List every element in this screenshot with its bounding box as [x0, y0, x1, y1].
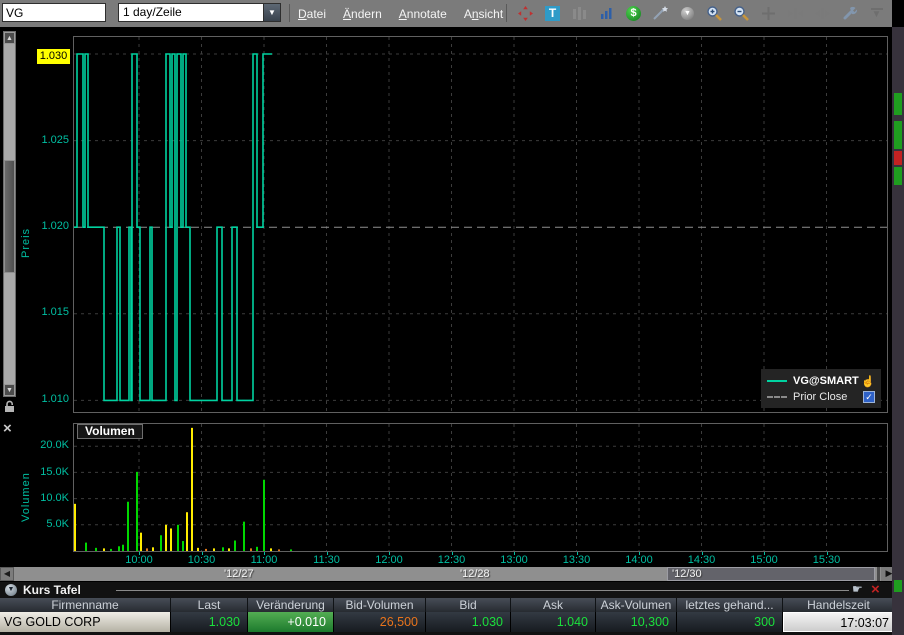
letztes-gehandelt-cell: 300	[677, 612, 783, 632]
time-label: 13:30	[562, 554, 591, 566]
compress-spacing-icon[interactable]	[814, 5, 831, 22]
kurs-tafel-header: ▼ Kurs Tafel ☛ ×	[0, 581, 904, 598]
scroll-down-icon[interactable]: ▼	[4, 384, 15, 396]
veraenderung-cell: +0.010	[248, 612, 334, 632]
time-label: 13:00	[500, 554, 528, 566]
column-header[interactable]: Ask	[511, 598, 596, 612]
background-window-edge	[892, 27, 904, 635]
legend-series-row: VG@SMART ☝	[767, 373, 875, 389]
trendline-menu-icon[interactable]: ▼	[679, 5, 696, 22]
chevron-down-icon[interactable]: ▼	[263, 4, 280, 21]
price-ytick: 1.025	[41, 134, 69, 146]
timeframe-value: 1 day/Zeile	[123, 5, 182, 19]
time-label: 10:00	[125, 554, 153, 566]
prior-close-label: Prior Close	[793, 391, 848, 403]
close-panel-icon[interactable]: ×	[871, 581, 880, 598]
chart-legend: VG@SMART ☝ Prior Close ✓	[761, 369, 881, 408]
crosshair-icon[interactable]	[760, 5, 777, 22]
drag-hand-icon[interactable]: ☝	[861, 375, 875, 388]
drag-hand-icon[interactable]: ☛	[852, 582, 863, 596]
dollar-icon[interactable]: $	[625, 5, 642, 22]
column-header[interactable]: Ask-Volumen	[596, 598, 677, 612]
column-header[interactable]: Bid	[426, 598, 511, 612]
bar-style-icon[interactable]	[571, 5, 588, 22]
chart-window: 1 day/Zeile ▼ Datei Ändern Annotate Ansicht…	[0, 0, 904, 635]
price-ytick: 1.010	[41, 393, 69, 405]
close-pane-icon[interactable]: ×	[3, 420, 12, 437]
time-label: 11:30	[313, 554, 340, 566]
volume-pane-title: Volumen	[77, 424, 143, 439]
date-label: '12/27	[224, 568, 254, 580]
volume-axis-title: Volumen	[20, 472, 32, 522]
time-label: 14:30	[687, 554, 716, 566]
firmenname-cell: VG GOLD CORP	[0, 612, 171, 632]
column-header[interactable]: Bid-Volumen	[334, 598, 426, 612]
legend-reference-row: Prior Close ✓	[767, 389, 875, 405]
date-label: '12/30	[672, 568, 702, 580]
bid-cell: 1.030	[426, 612, 511, 632]
time-label: 12:00	[375, 554, 403, 566]
zoom-out-icon[interactable]	[733, 5, 750, 22]
menu-bar: Datei Ändern Annotate Ansicht	[298, 0, 503, 27]
header-divider	[116, 590, 849, 591]
symbol-input[interactable]	[2, 3, 106, 22]
prior-close-swatch	[767, 396, 787, 398]
last-price-tag: 1.030	[37, 49, 70, 64]
price-plot[interactable]	[73, 36, 888, 413]
time-label: 14:00	[625, 554, 653, 566]
scrollbar-thumb[interactable]	[4, 160, 15, 273]
volume-style-icon[interactable]	[598, 5, 615, 22]
date-scrollbar[interactable]: ◀ ▶ '12/27'12/28'12/30	[0, 567, 897, 581]
column-header[interactable]: Firmenname	[0, 598, 171, 612]
menu-item[interactable]: Annotate	[399, 7, 447, 21]
volume-plot[interactable]	[73, 423, 888, 552]
menu-item[interactable]: Ansicht	[464, 7, 503, 21]
timeframe-select[interactable]: 1 day/Zeile ▼	[118, 3, 281, 22]
date-label: '12/28	[460, 568, 490, 580]
price-ytick: 1.015	[41, 306, 69, 318]
toolbar: 1 day/Zeile ▼ Datei Ändern Annotate Ansicht…	[0, 0, 892, 27]
menu-item[interactable]: Ändern	[343, 7, 382, 21]
column-header[interactable]: Veränderung	[248, 598, 334, 612]
text-annotate-icon[interactable]: T	[544, 5, 561, 22]
bid-volumen-cell: 26,500	[334, 612, 426, 632]
prior-close-checkbox[interactable]: ✓	[863, 391, 875, 403]
toolbar-separator	[506, 4, 507, 22]
time-label: 11:00	[250, 554, 278, 566]
collapse-panel-icon[interactable]: ▼	[5, 584, 17, 596]
more-tools-icon[interactable]: ▼	[868, 5, 885, 22]
menu-item[interactable]: Datei	[298, 7, 326, 21]
scrollbar-divider	[877, 567, 880, 581]
expand-spacing-icon[interactable]	[787, 5, 804, 22]
volume-ytick: 20.0K	[40, 439, 69, 451]
ask-volumen-cell: 10,300	[596, 612, 677, 632]
handelszeit-cell: 17:03:07	[783, 612, 895, 632]
scroll-up-icon[interactable]: ▲	[4, 32, 15, 44]
pan-icon[interactable]	[517, 5, 534, 22]
price-axis-title: Preis	[20, 227, 32, 258]
toolbar-icons: T $ ▼ ▼	[517, 0, 885, 27]
toolbar-separator	[289, 4, 290, 22]
series-label: VG@SMART	[793, 375, 859, 387]
panel-title: Kurs Tafel	[23, 583, 81, 597]
quote-table-row[interactable]: VG GOLD CORP 1.030 +0.010 26,500 1.030 1…	[0, 612, 895, 632]
quote-table-header: Firmenname Last Veränderung Bid-Volumen …	[0, 598, 895, 612]
settings-wrench-icon[interactable]	[841, 5, 858, 22]
zoom-in-icon[interactable]	[706, 5, 723, 22]
time-axis: 10:00 10:30 11:00 11:30 12:00 12:30 13:00 13:30…	[0, 552, 904, 566]
last-cell: 1.030	[171, 612, 248, 632]
column-header[interactable]: Handelszeit	[783, 598, 895, 612]
column-header[interactable]: Last	[171, 598, 248, 612]
time-label: 10:30	[187, 554, 216, 566]
trendline-icon[interactable]	[652, 5, 669, 22]
scroll-left-icon[interactable]: ◀	[0, 567, 14, 581]
column-header[interactable]: letztes gehand...	[677, 598, 783, 612]
price-zoom-scrollbar[interactable]: ▲ ▼	[3, 31, 16, 397]
kurs-tafel-panel: ▼ Kurs Tafel ☛ × Firmenname Last Verände…	[0, 581, 904, 635]
time-label: 15:30	[812, 554, 841, 566]
series-line-swatch	[767, 380, 787, 382]
ask-cell: 1.040	[511, 612, 596, 632]
time-label: 15:00	[750, 554, 778, 566]
time-label: 12:30	[437, 554, 466, 566]
